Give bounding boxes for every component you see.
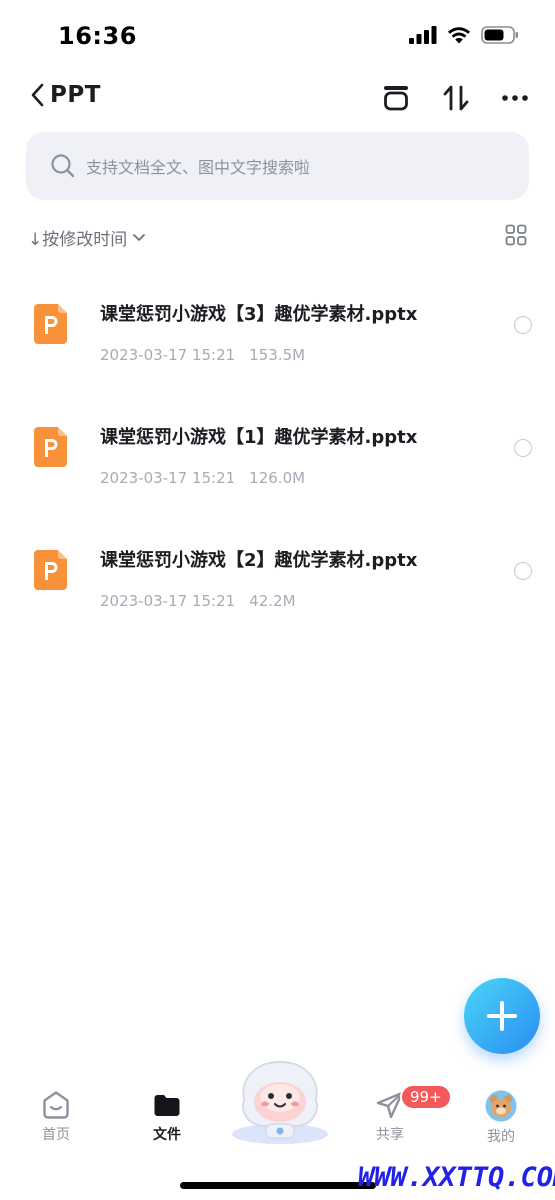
tab-label: 共享 (376, 1127, 404, 1143)
sort-arrows-icon (443, 85, 469, 111)
plus-icon (487, 1001, 517, 1031)
list-item[interactable]: 课堂惩罚小游戏【2】趣优学素材.pptx 2023-03-17 15:21 42.… (0, 524, 555, 647)
file-date: 2023-03-17 15:21 (100, 469, 236, 487)
tab-label: 首页 (42, 1127, 70, 1143)
avatar-icon (485, 1090, 517, 1122)
more-dots-icon (502, 95, 528, 101)
file-date: 2023-03-17 15:21 (100, 592, 236, 610)
wifi-icon (448, 27, 470, 44)
file-meta: 2023-03-17 15:21 42.2M (100, 592, 296, 610)
sort-selector[interactable]: ↓按修改时间 (28, 225, 127, 250)
tab-label: 我的 (487, 1129, 515, 1145)
status-icons (409, 26, 519, 44)
select-radio[interactable] (514, 562, 532, 580)
list-item[interactable]: 课堂惩罚小游戏【3】趣优学素材.pptx 2023-03-17 15:21 153… (0, 278, 555, 401)
tab-label: 文件 (153, 1127, 181, 1143)
add-button[interactable] (464, 978, 540, 1054)
ppt-file-icon (34, 550, 67, 590)
grid-view-button[interactable] (505, 224, 527, 250)
ppt-file-icon (34, 304, 67, 344)
home-icon (43, 1091, 69, 1119)
chevron-left-icon (31, 83, 44, 107)
home-indicator (180, 1182, 376, 1189)
file-list: 课堂惩罚小游戏【3】趣优学素材.pptx 2023-03-17 15:21 153… (0, 278, 555, 647)
archive-button[interactable] (380, 82, 412, 114)
sort-row: ↓按修改时间 (26, 222, 529, 252)
status-time: 16:36 (58, 22, 137, 50)
file-date: 2023-03-17 15:21 (100, 346, 236, 364)
folder-icon (154, 1095, 180, 1116)
ppt-file-icon (34, 427, 67, 467)
file-name: 课堂惩罚小游戏【2】趣优学素材.pptx (100, 550, 418, 571)
sort-order-button[interactable] (440, 82, 472, 114)
file-name: 课堂惩罚小游戏【3】趣优学素材.pptx (100, 304, 418, 325)
signal-icon (409, 26, 437, 44)
search-placeholder: 支持文档全文、图中文字搜索啦 (86, 158, 311, 177)
file-size: 126.0M (249, 469, 306, 487)
file-meta: 2023-03-17 15:21 126.0M (100, 469, 305, 487)
archive-icon (384, 86, 408, 111)
file-size: 42.2M (249, 592, 296, 610)
more-button[interactable] (499, 82, 531, 114)
nav-bar: PPT (0, 72, 555, 124)
status-bar: 16:36 (0, 0, 555, 72)
file-size: 153.5M (249, 346, 306, 364)
tab-files[interactable]: 文件 (127, 1090, 207, 1144)
mascot-button[interactable] (224, 1054, 336, 1146)
tab-home[interactable]: 首页 (16, 1090, 96, 1144)
select-radio[interactable] (514, 439, 532, 457)
battery-icon (481, 26, 518, 44)
list-item[interactable]: 课堂惩罚小游戏【1】趣优学素材.pptx 2023-03-17 15:21 126… (0, 401, 555, 524)
file-meta: 2023-03-17 15:21 153.5M (100, 346, 305, 364)
select-radio[interactable] (514, 316, 532, 334)
page-title: PPT (50, 82, 101, 108)
search-input[interactable]: 支持文档全文、图中文字搜索啦 (26, 132, 529, 200)
mascot-icon (232, 1060, 328, 1144)
watermark: WWW.XXTTQ.COM (358, 1162, 555, 1193)
chevron-down-icon[interactable] (131, 229, 147, 245)
tab-profile[interactable]: 我的 (461, 1090, 541, 1146)
notification-badge: 99+ (400, 1084, 452, 1110)
back-button[interactable]: PPT (30, 82, 101, 108)
file-name: 课堂惩罚小游戏【1】趣优学素材.pptx (100, 427, 418, 448)
grid-icon (505, 224, 527, 246)
search-icon (51, 154, 75, 178)
